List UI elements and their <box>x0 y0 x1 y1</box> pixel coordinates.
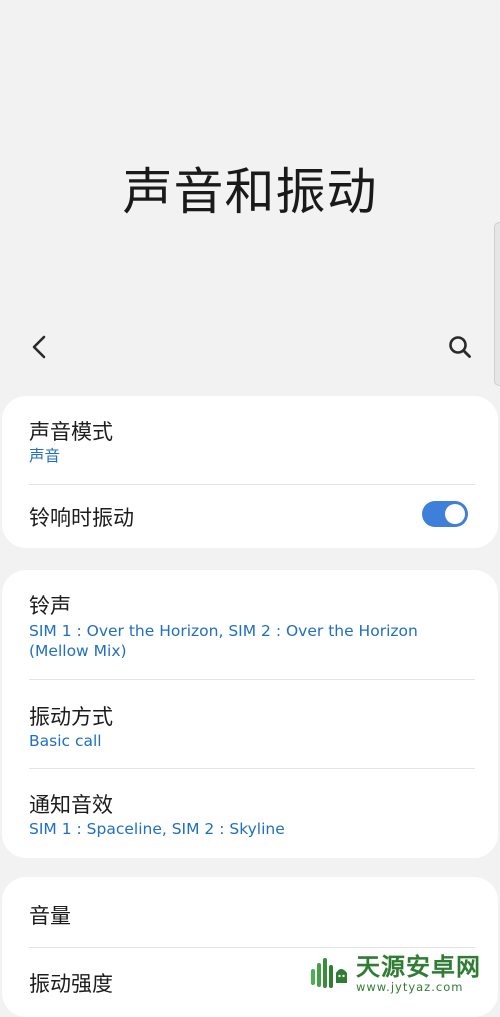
search-icon <box>449 336 471 358</box>
page-title: 声音和振动 <box>122 163 378 221</box>
sound-mode-value: 声音 <box>29 447 61 465</box>
notification-sound-title: 通知音效 <box>29 793 113 817</box>
vibration-intensity-title: 振动强度 <box>29 972 113 996</box>
notification-sound-row[interactable]: 通知音效 SIM 1 : Spaceline, SIM 2 : Skyline <box>2 769 498 858</box>
vibrate-on-ring-toggle[interactable] <box>422 501 468 527</box>
vibration-pattern-title: 振动方式 <box>29 705 113 729</box>
watermark-name: 天源安卓网 <box>356 952 481 981</box>
sound-mode-card: 声音模式 声音 铃响时振动 <box>2 396 498 548</box>
vibrate-on-ring-title: 铃响时振动 <box>29 506 134 530</box>
ringtone-row[interactable]: 铃声 SIM 1 : Over the Horizon, SIM 2 : Ove… <box>2 570 498 679</box>
android-logo-icon <box>311 957 347 988</box>
back-arrow-icon <box>32 335 46 359</box>
sound-mode-title: 声音模式 <box>29 420 113 444</box>
notification-sound-value: SIM 1 : Spaceline, SIM 2 : Skyline <box>29 820 285 838</box>
vibration-pattern-value: Basic call <box>29 732 102 750</box>
search-button[interactable] <box>443 330 477 364</box>
sound-mode-row[interactable]: 声音模式 声音 <box>2 396 498 484</box>
ringtone-card: 铃声 SIM 1 : Over the Horizon, SIM 2 : Ove… <box>2 570 498 858</box>
edge-panel-handle[interactable] <box>494 222 500 386</box>
ringtone-title: 铃声 <box>29 594 71 618</box>
vibrate-on-ring-row[interactable]: 铃响时振动 <box>2 485 498 548</box>
vibration-pattern-row[interactable]: 振动方式 Basic call <box>2 680 498 768</box>
site-watermark: 天源安卓网 www.jytyaz.com <box>308 948 500 999</box>
toggle-knob <box>445 504 465 524</box>
ringtone-value: SIM 1 : Over the Horizon, SIM 2 : Over t… <box>29 622 418 660</box>
back-button[interactable] <box>22 330 56 364</box>
watermark-url: www.jytyaz.com <box>356 979 464 994</box>
volume-title: 音量 <box>29 904 71 928</box>
volume-row[interactable]: 音量 <box>2 877 498 947</box>
